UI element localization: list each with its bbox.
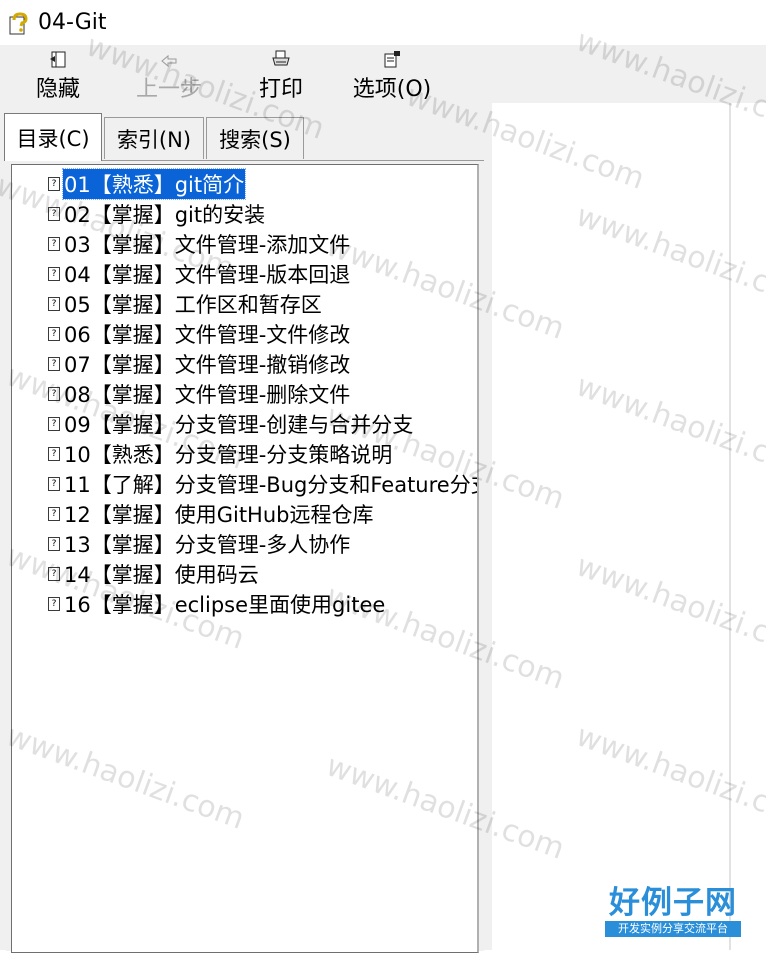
- back-button[interactable]: 上一步: [130, 47, 208, 103]
- site-logo: 好例子网 开发实例分享交流平台: [605, 885, 741, 945]
- tree-item-label: 02【掌握】git的安装: [64, 203, 266, 227]
- help-topic-icon: ?: [48, 357, 60, 371]
- tree-item-label: 09【掌握】分支管理-创建与合并分支: [64, 413, 414, 437]
- tree-item[interactable]: ? 12【掌握】使用GitHub远程仓库: [48, 500, 375, 528]
- tree-item[interactable]: ? 13【掌握】分支管理-多人协作: [48, 530, 351, 558]
- tree-item-label: 03【掌握】文件管理-添加文件: [64, 233, 351, 257]
- window-title: 04-Git: [38, 10, 107, 35]
- help-topic-icon: ?: [48, 477, 60, 491]
- help-topic-icon: ?: [48, 267, 60, 281]
- tree-item[interactable]: ? 11【了解】分支管理-Bug分支和Feature分支: [48, 470, 479, 498]
- contents-tree[interactable]: ? 01【熟悉】git简介 ? 02【掌握】git的安装 ? 03【掌握】文件管…: [11, 164, 479, 953]
- logo-title: 好例子网: [609, 885, 737, 921]
- help-topic-icon: ?: [48, 567, 60, 581]
- tree-item[interactable]: ? 10【熟悉】分支管理-分支策略说明: [48, 440, 393, 468]
- tree-item-label: 05【掌握】工作区和暂存区: [64, 293, 322, 317]
- help-topic-icon: ?: [48, 297, 60, 311]
- nav-tabs: 目录(C) 索引(N) 搜索(S): [0, 113, 492, 161]
- help-topic-icon: ?: [48, 417, 60, 431]
- print-label: 打印: [258, 77, 303, 102]
- print-button[interactable]: 打印: [253, 47, 309, 103]
- help-topic-icon: ?: [48, 327, 60, 341]
- content-pane[interactable]: [492, 103, 766, 950]
- logo-subtitle: 开发实例分享交流平台: [605, 921, 741, 937]
- toolbar: 隐藏 上一步 打印 选项(O): [0, 45, 766, 103]
- options-label: 选项(O): [352, 77, 432, 102]
- tree-item-label: 11【了解】分支管理-Bug分支和Feature分支: [64, 473, 479, 497]
- help-topic-icon: ?: [48, 207, 60, 221]
- tree-item-label: 14【掌握】使用码云: [64, 563, 259, 587]
- back-arrow-icon: [161, 54, 177, 68]
- tree-item[interactable]: ? 01【熟悉】git简介: [48, 168, 247, 200]
- tree-item-label: 07【掌握】文件管理-撤销修改: [64, 353, 351, 377]
- tree-item[interactable]: ? 09【掌握】分支管理-创建与合并分支: [48, 410, 414, 438]
- options-button[interactable]: 选项(O): [348, 47, 436, 103]
- tree-item[interactable]: ? 02【掌握】git的安装: [48, 200, 266, 228]
- options-icon: [384, 51, 400, 68]
- tree-item[interactable]: ? 14【掌握】使用码云: [48, 560, 260, 588]
- tree-item-label: 04【掌握】文件管理-版本回退: [64, 263, 351, 287]
- tree-item-label: 10【熟悉】分支管理-分支策略说明: [64, 443, 393, 467]
- tree-item[interactable]: ? 06【掌握】文件管理-文件修改: [48, 320, 351, 348]
- tab-search[interactable]: 搜索(S): [206, 117, 304, 159]
- hide-button[interactable]: 隐藏: [30, 47, 86, 103]
- hide-label: 隐藏: [35, 77, 80, 102]
- tree-item[interactable]: ? 03【掌握】文件管理-添加文件: [48, 230, 351, 258]
- tab-contents[interactable]: 目录(C): [4, 113, 102, 161]
- hide-pane-icon: [50, 51, 66, 68]
- pane-divider: [729, 103, 731, 950]
- help-topic-icon: ?: [48, 177, 60, 191]
- help-topic-icon: ?: [48, 387, 60, 401]
- printer-icon: [272, 50, 290, 66]
- help-topic-icon: ?: [48, 237, 60, 251]
- tree-item-label: 13【掌握】分支管理-多人协作: [64, 533, 351, 557]
- help-topic-icon: ?: [48, 507, 60, 521]
- tree-item-label: 08【掌握】文件管理-删除文件: [64, 383, 351, 407]
- tree-item[interactable]: ? 04【掌握】文件管理-版本回退: [48, 260, 351, 288]
- tree-item-label: 01【熟悉】git简介: [61, 168, 247, 200]
- help-topic-icon: ?: [48, 447, 60, 461]
- tree-item-label: 06【掌握】文件管理-文件修改: [64, 323, 351, 347]
- tree-item-label: 12【掌握】使用GitHub远程仓库: [64, 503, 374, 527]
- tree-item-label: 16【掌握】eclipse里面使用gitee: [64, 593, 386, 617]
- tab-contents-label: 目录(C): [16, 126, 90, 151]
- help-topic-icon: ?: [48, 597, 60, 611]
- navigation-pane: 目录(C) 索引(N) 搜索(S) ? 01【熟悉】git简介 ? 02【掌握】…: [0, 103, 492, 953]
- title-bar: 04-Git: [0, 0, 766, 45]
- tab-search-label: 搜索(S): [219, 127, 291, 152]
- contents-panel: ? 01【熟悉】git简介 ? 02【掌握】git的安装 ? 03【掌握】文件管…: [6, 160, 484, 953]
- help-topic-icon: ?: [48, 537, 60, 551]
- help-file-question-icon: [9, 11, 28, 34]
- tree-item[interactable]: ? 07【掌握】文件管理-撤销修改: [48, 350, 351, 378]
- tree-item[interactable]: ? 16【掌握】eclipse里面使用gitee: [48, 590, 386, 618]
- tree-item[interactable]: ? 08【掌握】文件管理-删除文件: [48, 380, 351, 408]
- tree-item[interactable]: ? 05【掌握】工作区和暂存区: [48, 290, 323, 318]
- tab-index-label: 索引(N): [116, 127, 192, 152]
- back-label: 上一步: [135, 77, 202, 102]
- tab-index[interactable]: 索引(N): [104, 117, 204, 159]
